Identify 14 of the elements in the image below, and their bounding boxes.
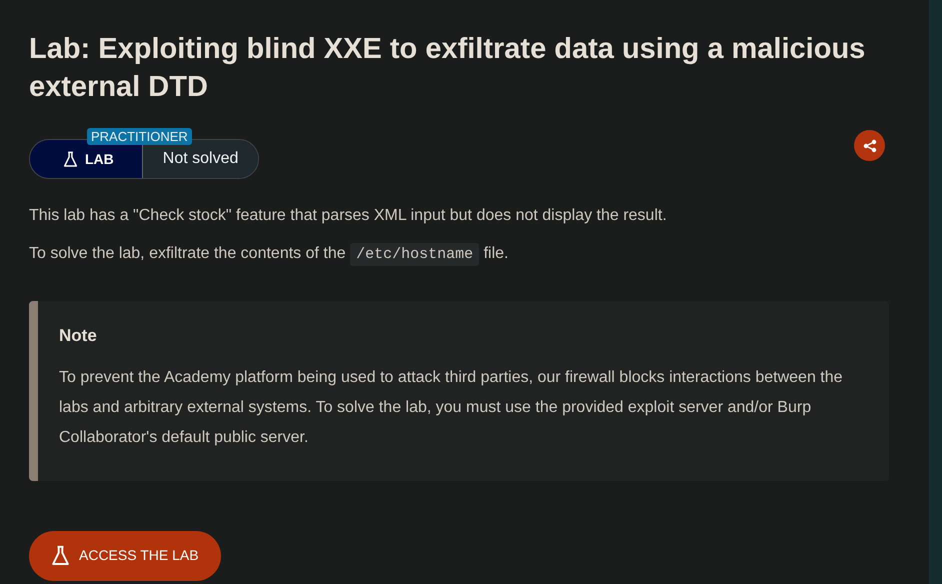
share-button[interactable] [854,130,885,161]
access-lab-button[interactable]: ACCESS THE LAB [29,530,221,580]
status-label: Not solved [142,140,258,178]
body-text: This lab has a "Check stock" feature that parses XML input but does not display the result. [29,206,668,226]
flask-icon [63,150,78,168]
body-text: To solve the lab, exfiltrate the contents of the /etc/hostname file. [29,241,889,268]
note-heading: Note [59,325,98,347]
page-title: Lab: Exploiting blind XXE to exfiltrate data using a malicious external DTD [29,32,866,105]
code-snippet: /etc/hostname [350,243,480,266]
lab-type-text: LAB [85,150,114,168]
level-badge: PRACTITIONER [87,128,192,145]
flask-icon [51,544,70,566]
share-icon [862,138,876,152]
note-text: To prevent the Academy platform being used to attack third parties, our firewall blocks interactions between the labs and arbitrary external systems. To solve the lab, you must use the provided exploit server and/or Burp Collaborator's default public server. [59,368,844,448]
